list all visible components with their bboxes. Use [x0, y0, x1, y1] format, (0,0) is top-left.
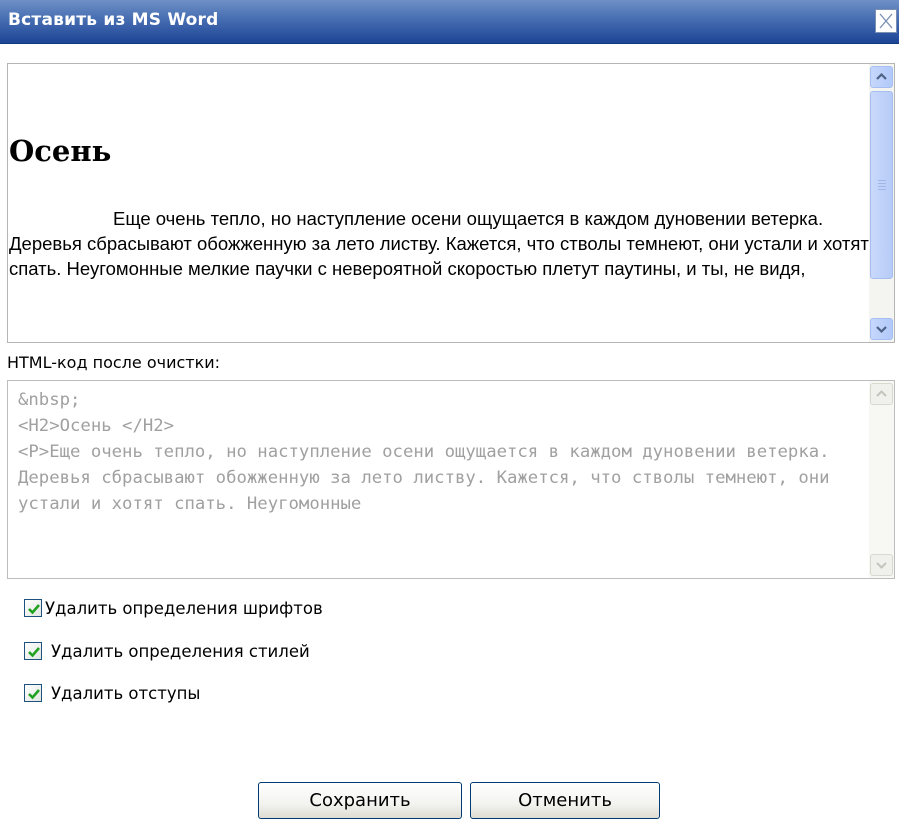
chevron-up-icon — [876, 72, 887, 80]
cleaned-html-code: &nbsp; <H2>Осень </H2> <P>Еще очень тепл… — [18, 390, 830, 514]
option-remove-styles[interactable]: Удалить определения стилей — [24, 640, 310, 662]
cleaned-html-label: HTML-код после очистки: — [7, 353, 221, 372]
remove-fonts-checkbox[interactable] — [24, 599, 42, 617]
scroll-up-button[interactable] — [870, 66, 893, 88]
option-remove-fonts[interactable]: Удалить определения шрифтов — [24, 597, 323, 619]
chevron-up-icon — [876, 390, 887, 397]
close-button[interactable] — [875, 9, 897, 33]
preview-heading: Осень — [9, 134, 112, 168]
code-scroll-up-button[interactable] — [870, 383, 893, 405]
scroll-down-button[interactable] — [870, 318, 893, 340]
remove-fonts-label: Удалить определения шрифтов — [45, 598, 323, 618]
remove-indents-checkbox[interactable] — [24, 684, 42, 702]
chevron-down-icon — [876, 326, 887, 334]
checkmark-icon — [28, 604, 40, 615]
preview-paragraph: Еще очень тепло, но наступление осени ощ… — [9, 208, 869, 279]
remove-styles-label: Удалить определения стилей — [51, 641, 310, 661]
close-icon — [879, 13, 893, 29]
code-scroll-down-button[interactable] — [870, 554, 893, 576]
save-button[interactable]: Сохранить — [258, 782, 462, 819]
checkmark-icon — [28, 689, 40, 700]
cancel-button[interactable]: Отменить — [470, 782, 660, 819]
preview-scrollbar[interactable] — [869, 64, 894, 342]
scrollbar-thumb[interactable] — [870, 91, 893, 279]
checkmark-icon — [28, 647, 40, 658]
preview-content: Осень Еще очень тепло, но наступление ос… — [8, 64, 870, 342]
option-remove-indents[interactable]: Удалить отступы — [24, 682, 200, 704]
remove-indents-label: Удалить отступы — [51, 683, 201, 703]
paste-from-word-dialog: Вставить из MS Word Осень Еще очень тепл… — [0, 0, 899, 825]
remove-styles-checkbox[interactable] — [24, 642, 42, 660]
grip-icon — [878, 180, 886, 192]
code-scrollbar[interactable] — [869, 381, 894, 578]
cleaned-html-textarea[interactable]: &nbsp; <H2>Осень </H2> <P>Еще очень тепл… — [7, 380, 895, 579]
dialog-titlebar[interactable]: Вставить из MS Word — [0, 0, 899, 44]
word-preview-area[interactable]: Осень Еще очень тепло, но наступление ос… — [7, 63, 895, 343]
dialog-title: Вставить из MS Word — [8, 10, 219, 30]
chevron-down-icon — [876, 562, 887, 569]
